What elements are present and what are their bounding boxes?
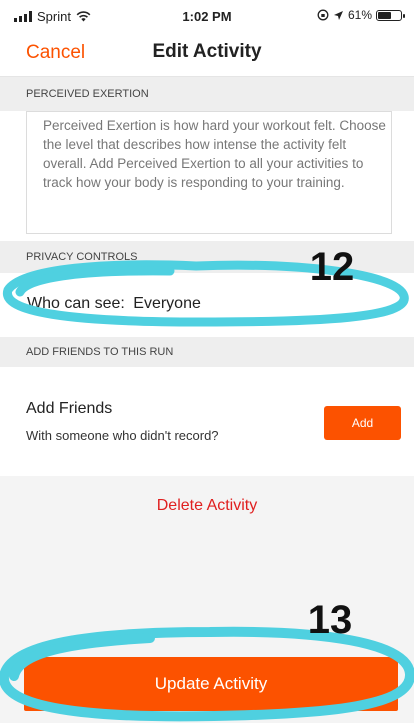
highlight-ellipse-privacy xyxy=(2,260,409,327)
delete-activity-button[interactable]: Delete Activity xyxy=(0,497,414,515)
battery-fill xyxy=(378,11,392,19)
add-friends-button[interactable]: Add xyxy=(324,406,401,440)
status-right-group: 61% xyxy=(317,8,405,22)
page-title: Edit Activity xyxy=(152,41,262,62)
who-can-see-value: Everyone xyxy=(133,295,201,312)
battery-percent: 61% xyxy=(347,8,372,22)
status-bar: Sprint 1:02 PM 61% xyxy=(0,0,414,36)
perceived-exertion-description: Perceived Exertion is how hard your work… xyxy=(26,111,392,234)
section-header-perceived-exertion: PERCEIVED EXERTION xyxy=(0,77,414,111)
section-header-add-friends: ADD FRIENDS TO THIS RUN xyxy=(0,337,414,367)
battery-icon xyxy=(376,9,405,21)
who-can-see-label: Who can see: xyxy=(27,295,125,312)
location-arrow-icon xyxy=(333,10,343,20)
nav-bar: Cancel Edit Activity xyxy=(0,36,414,77)
section-header-privacy-controls: PRIVACY CONTROLS xyxy=(0,241,414,273)
add-friends-subtitle: With someone who didn't record? xyxy=(26,428,219,443)
update-activity-button[interactable]: Update Activity xyxy=(24,657,398,711)
add-friends-title: Add Friends xyxy=(26,400,113,417)
orientation-lock-icon xyxy=(317,9,329,21)
privacy-visibility-row[interactable]: Who can see: Everyone xyxy=(27,295,201,313)
